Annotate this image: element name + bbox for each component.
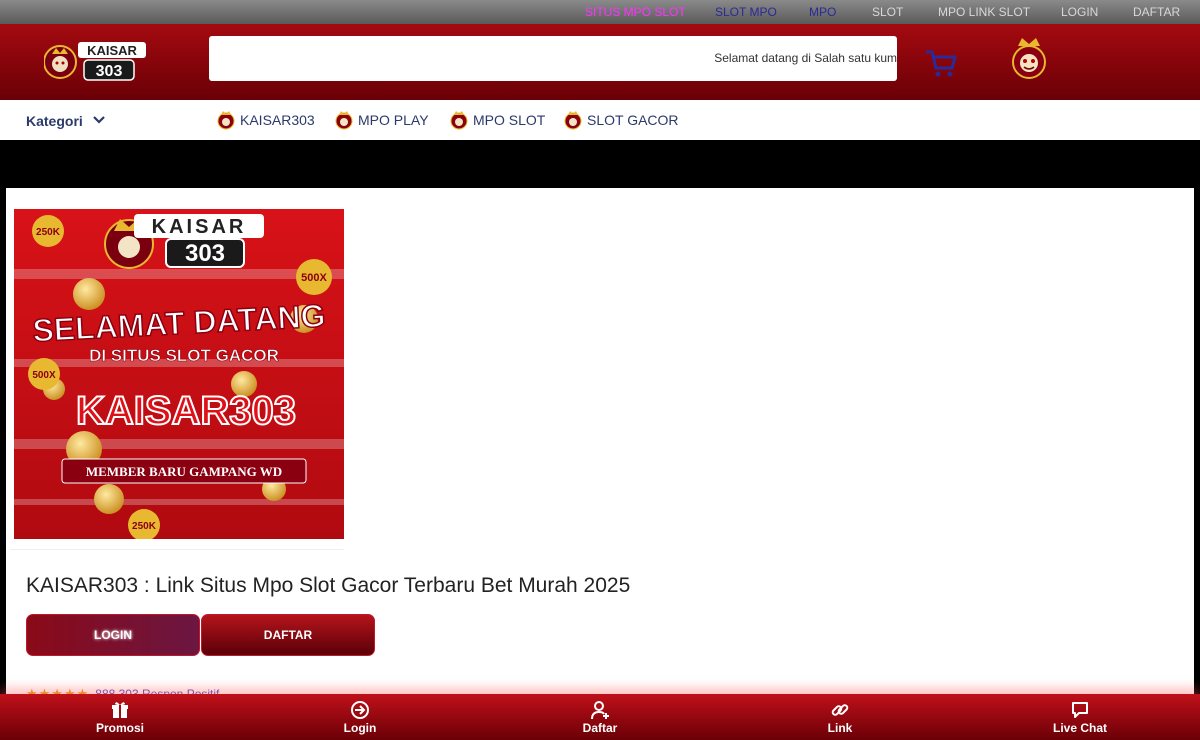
topnav-link-login[interactable]: LOGIN (1061, 5, 1098, 19)
bottomnav-label: Promosi (95, 721, 144, 735)
mascot-icon (1012, 38, 1046, 79)
mascot-mini-icon (217, 111, 235, 130)
promo-banner-image[interactable]: KAISAR 303 250K 500X 500X 250K SELAMAT D… (14, 209, 344, 539)
user-add-icon (591, 701, 609, 720)
category-link-label: MPO PLAY (358, 112, 429, 128)
category-dropdown-label[interactable]: Kategori (26, 113, 83, 129)
mascot-mini-icon (564, 111, 582, 130)
banner-subheadline: DI SITUS SLOT GACOR (89, 346, 279, 365)
category-link-label: KAISAR303 (240, 112, 315, 128)
category-link-label: SLOT GACOR (587, 112, 679, 128)
banner-brand-kaisar: KAISAR (152, 216, 247, 238)
chevron-down-icon[interactable] (92, 113, 106, 127)
search-bar[interactable]: Selamat datang di Salah satu kum (209, 36, 897, 81)
category-link-mpo-play[interactable]: MPO PLAY (334, 110, 429, 130)
bottomnav-label: Login (343, 721, 377, 735)
login-button[interactable]: LOGIN (26, 614, 200, 656)
register-button[interactable]: DAFTAR (201, 614, 375, 656)
topnav-link-situs-mpo-slot[interactable]: SITUS MPO SLOT (585, 5, 686, 19)
topnav-link-daftar[interactable]: DAFTAR (1133, 5, 1180, 19)
bottomnav-login[interactable]: Login (300, 700, 420, 735)
top-nav-bar: SITUS MPO SLOT SLOT MPO MPO SLOT MPO LIN… (0, 0, 1200, 24)
category-link-kaisar303[interactable]: KAISAR303 (216, 110, 315, 130)
site-header: KAISAR 303 Selamat datang di Salah satu … (0, 24, 1200, 100)
mascot-mini-icon (450, 111, 468, 130)
bottomnav-daftar[interactable]: Daftar (540, 700, 660, 735)
banner-brand-303: 303 (185, 240, 225, 267)
welcome-marquee: Selamat datang di Salah satu kum (714, 51, 897, 65)
page-title: KAISAR303 : Link Situs Mpo Slot Gacor Te… (26, 574, 631, 597)
logo-text-303: 303 (96, 63, 123, 80)
category-link-slot-gacor[interactable]: SLOT GACOR (563, 110, 679, 130)
badge-250k-top: 250K (36, 227, 61, 238)
category-link-mpo-slot[interactable]: MPO SLOT (449, 110, 545, 130)
category-link-label: MPO SLOT (473, 112, 546, 128)
topnav-link-mpo[interactable]: MPO (809, 5, 836, 19)
bottomnav-label: Daftar (582, 721, 618, 735)
bottomnav-label: Link (827, 721, 853, 735)
badge-500x-mid: 500X (32, 370, 56, 381)
topnav-link-slot-mpo[interactable]: SLOT MPO (715, 5, 777, 19)
chat-bubble-icon (1072, 702, 1088, 718)
cart-icon[interactable] (924, 48, 958, 78)
topnav-link-mpo-link-slot[interactable]: MPO LINK SLOT (938, 5, 1030, 19)
banner-big-text: KAISAR303 (76, 389, 296, 433)
gift-icon (112, 702, 128, 718)
badge-250k-bottom: 250K (132, 521, 157, 532)
login-arrow-icon (351, 701, 369, 719)
logo-text-kaisar: KAISAR (87, 43, 137, 58)
banner-ribbon: MEMBER BARU GAMPANG WD (86, 464, 282, 479)
mascot-mini-icon (335, 111, 353, 130)
badge-500x-top: 500X (301, 272, 327, 284)
link-icon (831, 704, 849, 716)
category-bar: Kategori KAISAR303 MPO PLAY MPO SLOT SLO… (0, 100, 1200, 140)
bottomnav-live-chat[interactable]: Live Chat (1020, 700, 1140, 735)
topnav-link-slot[interactable]: SLOT (872, 5, 903, 19)
bottomnav-promosi[interactable]: Promosi (60, 700, 180, 735)
divider (10, 549, 344, 550)
bottom-nav-bar: Promosi Login Daftar Link Live Chat (0, 694, 1200, 740)
bottomnav-label: Live Chat (1052, 721, 1107, 735)
site-logo[interactable]: KAISAR 303 (44, 40, 148, 82)
bottomnav-link[interactable]: Link (780, 700, 900, 735)
main-content: KAISAR 303 250K 500X 500X 250K SELAMAT D… (6, 188, 1194, 740)
